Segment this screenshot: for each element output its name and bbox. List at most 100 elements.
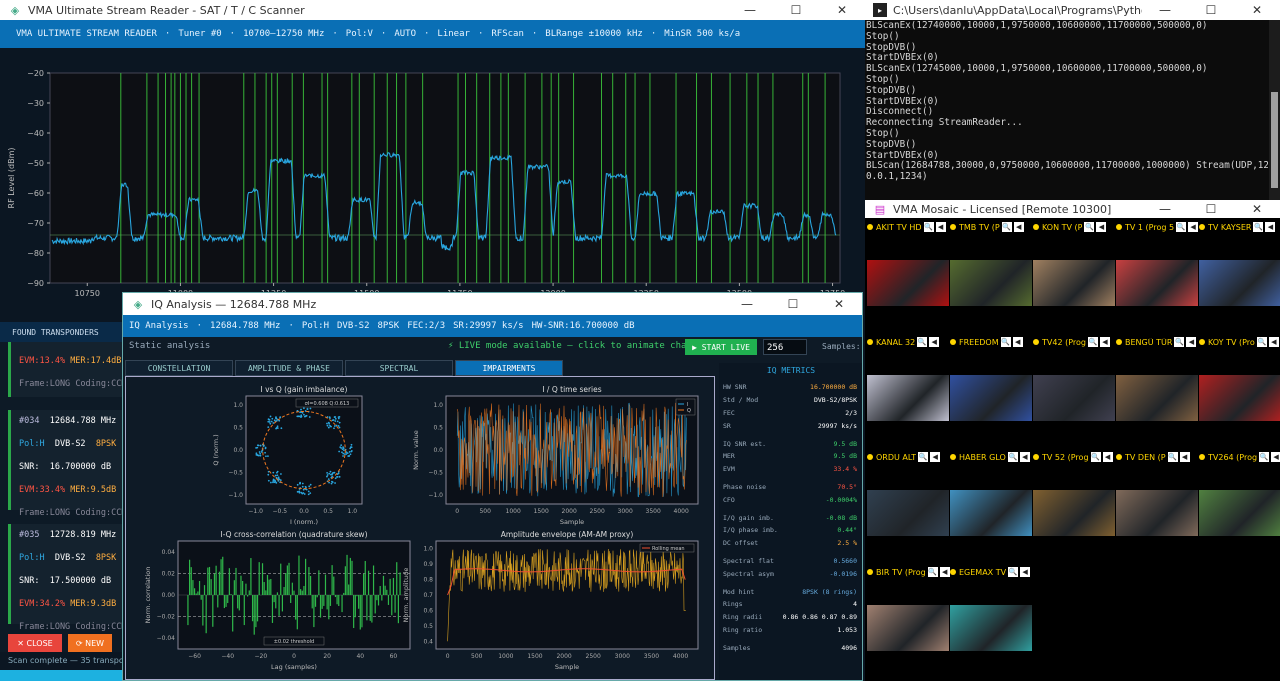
tab-amplitude-phase[interactable]: AMPLITUDE & PHASE [235, 360, 343, 376]
audio-icon[interactable]: ◀ [1012, 337, 1023, 347]
constellation-point [342, 446, 344, 449]
start-live-button[interactable]: ▶ START LIVE [685, 339, 757, 355]
audio-icon[interactable]: ◀ [1096, 222, 1107, 232]
transponder-card[interactable]: #035 12728.819 MHz Pol:H DVB-S2 8PSK SNR… [8, 524, 127, 632]
audio-icon[interactable]: ◀ [1099, 337, 1110, 347]
zoom-icon[interactable]: 🔍 [1090, 452, 1101, 462]
console-scrollbar[interactable] [1269, 20, 1280, 200]
transponder-card[interactable]: EVM:13.4% MER:17.4dB Frame:LONG Coding:C… [8, 342, 127, 397]
zoom-icon[interactable]: 🔍 [927, 567, 938, 577]
transponder-card[interactable]: #034 12684.788 MHz Pol:H DVB-S2 8PSK SNR… [8, 410, 127, 518]
channel-label[interactable]: TV DEN (P 🔍 ◀ [1116, 450, 1190, 464]
channel-thumbnail[interactable] [950, 605, 1032, 651]
audio-icon[interactable]: ◀ [1179, 452, 1190, 462]
iq-titlebar[interactable]: ◈ IQ Analysis — 12684.788 MHz — ☐ ✕ [123, 293, 862, 315]
audio-icon[interactable]: ◀ [1013, 222, 1024, 232]
channel-thumbnail[interactable] [1116, 375, 1198, 421]
channel-label[interactable]: TV264 (Prog 🔍 ◀ [1199, 450, 1280, 464]
close-icon[interactable]: ✕ [816, 294, 862, 314]
zoom-icon[interactable]: 🔍 [1001, 222, 1012, 232]
audio-icon[interactable]: ◀ [1265, 222, 1276, 232]
channel-label[interactable]: ORDU ALT 🔍 ◀ [867, 450, 941, 464]
channel-thumbnail[interactable] [867, 260, 949, 306]
audio-icon[interactable]: ◀ [935, 222, 946, 232]
channel-label[interactable]: KOY TV (Pro 🔍 ◀ [1199, 335, 1279, 349]
maximize-icon[interactable]: ☐ [1188, 0, 1234, 20]
channel-label[interactable]: AKIT TV HD 🔍 ◀ [867, 220, 946, 234]
channel-label[interactable]: TV 52 (Prog 🔍 ◀ [1033, 450, 1113, 464]
minimize-icon[interactable]: — [1142, 0, 1188, 20]
zoom-icon[interactable]: 🔍 [1176, 222, 1187, 232]
audio-icon[interactable]: ◀ [1186, 337, 1197, 347]
channel-label[interactable]: BIR TV (Prog 🔍 ◀ [867, 565, 950, 579]
tab-impairments[interactable]: IMPAIRMENTS [455, 360, 563, 376]
channel-thumbnail[interactable] [1116, 260, 1198, 306]
audio-icon[interactable]: ◀ [1102, 452, 1113, 462]
audio-icon[interactable]: ◀ [1271, 452, 1280, 462]
channel-thumbnail[interactable] [1199, 260, 1280, 306]
channel-label[interactable]: FREEDOM 🔍 ◀ [950, 335, 1023, 349]
channel-label[interactable]: EGEMAX TV 🔍 ◀ [950, 565, 1031, 579]
channel-label[interactable]: TMB TV (P 🔍 ◀ [950, 220, 1024, 234]
console-titlebar[interactable]: ▸ C:\Users\danlu\AppData\Local\Programs\… [865, 0, 1280, 20]
scrollbar-thumb[interactable] [1271, 92, 1278, 188]
minimize-icon[interactable]: — [724, 294, 770, 314]
zoom-icon[interactable]: 🔍 [1167, 452, 1178, 462]
zoom-icon[interactable]: 🔍 [1007, 452, 1018, 462]
channel-thumbnail[interactable] [867, 375, 949, 421]
channel-label[interactable]: KON TV (P 🔍 ◀ [1033, 220, 1107, 234]
zoom-icon[interactable]: 🔍 [1174, 337, 1185, 347]
tab-constellation[interactable]: CONSTELLATION [125, 360, 233, 376]
channel-thumbnail[interactable] [1199, 490, 1280, 536]
audio-icon[interactable]: ◀ [1268, 337, 1279, 347]
close-icon[interactable]: ✕ [819, 0, 865, 20]
minimize-icon[interactable]: — [727, 0, 773, 20]
channel-thumbnail[interactable] [867, 605, 949, 651]
zoom-icon[interactable]: 🔍 [1008, 567, 1019, 577]
zoom-icon[interactable]: 🔍 [1000, 337, 1011, 347]
minimize-icon[interactable]: — [1142, 200, 1188, 219]
zoom-icon[interactable]: 🔍 [917, 337, 928, 347]
channel-label[interactable]: TV 1 (Prog 5 🔍 ◀ [1116, 220, 1199, 234]
audio-icon[interactable]: ◀ [930, 452, 941, 462]
correlation-bar [232, 595, 234, 632]
maximize-icon[interactable]: ☐ [773, 0, 819, 20]
channel-label[interactable]: KANAL 32 🔍 ◀ [867, 335, 940, 349]
channel-thumbnail[interactable] [950, 260, 1032, 306]
audio-icon[interactable]: ◀ [1020, 567, 1031, 577]
audio-icon[interactable]: ◀ [1019, 452, 1030, 462]
zoom-icon[interactable]: 🔍 [1087, 337, 1098, 347]
zoom-icon[interactable]: 🔍 [1253, 222, 1264, 232]
channel-label[interactable]: BENGÜ TÜR 🔍 ◀ [1116, 335, 1197, 349]
zoom-icon[interactable]: 🔍 [1256, 337, 1267, 347]
close-icon[interactable]: ✕ [1234, 200, 1280, 219]
channel-thumbnail[interactable] [1033, 260, 1115, 306]
tab-spectral[interactable]: SPECTRAL [345, 360, 453, 376]
channel-label[interactable]: HABER GLO 🔍 ◀ [950, 450, 1030, 464]
zoom-icon[interactable]: 🔍 [918, 452, 929, 462]
samples-input[interactable]: 256 [763, 339, 807, 355]
channel-thumbnail[interactable] [1033, 490, 1115, 536]
channel-label[interactable]: TV42 (Prog 🔍 ◀ [1033, 335, 1110, 349]
audio-icon[interactable]: ◀ [1188, 222, 1199, 232]
new-scan-button[interactable]: ⟳ NEW [68, 634, 112, 652]
channel-thumbnail[interactable] [1116, 490, 1198, 536]
main-titlebar[interactable]: ◈ VMA Ultimate Stream Reader - SAT / T /… [0, 0, 865, 20]
zoom-icon[interactable]: 🔍 [1259, 452, 1270, 462]
channel-thumbnail[interactable] [950, 375, 1032, 421]
audio-icon[interactable]: ◀ [929, 337, 940, 347]
mosaic-titlebar[interactable]: ▤ VMA Mosaic - Licensed [Remote 10300] —… [865, 200, 1280, 218]
close-icon[interactable]: ✕ [1234, 0, 1280, 20]
maximize-icon[interactable]: ☐ [770, 294, 816, 314]
channel-thumbnail[interactable] [1033, 375, 1115, 421]
channel-thumbnail[interactable] [950, 490, 1032, 536]
zoom-icon[interactable]: 🔍 [923, 222, 934, 232]
channel-thumbnail[interactable] [867, 490, 949, 536]
channel-label[interactable]: TV KAYSER 🔍 ◀ [1199, 220, 1276, 234]
audio-icon[interactable]: ◀ [939, 567, 950, 577]
close-button[interactable]: ✕ CLOSE [8, 634, 62, 652]
channel-thumbnail[interactable] [1199, 375, 1280, 421]
zoom-icon[interactable]: 🔍 [1084, 222, 1095, 232]
live-mode-hint[interactable]: ⚡ LIVE mode available — click to animate… [448, 341, 703, 351]
maximize-icon[interactable]: ☐ [1188, 200, 1234, 219]
